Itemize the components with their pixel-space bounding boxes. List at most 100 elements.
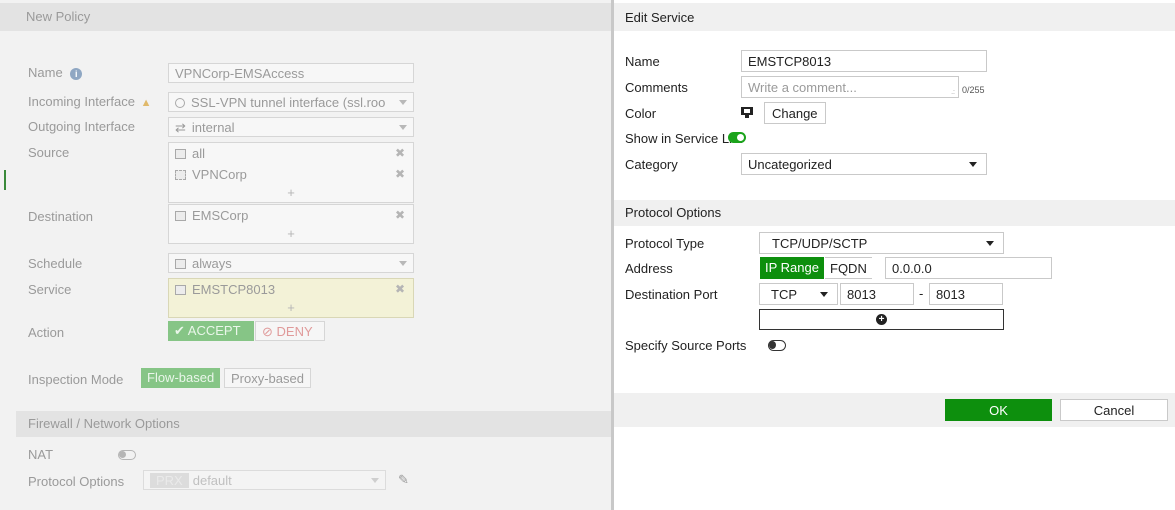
resize-handle-icon[interactable]: .: xyxy=(951,89,955,96)
calendar-icon xyxy=(175,259,186,269)
schedule-value: always xyxy=(192,256,232,271)
outgoing-interface-label: Outgoing Interface xyxy=(28,119,135,134)
add-service-button[interactable]: + xyxy=(169,300,413,316)
remove-icon[interactable]: ✖ xyxy=(395,167,405,181)
interface-arrows-icon: ⇄ xyxy=(175,120,186,135)
incoming-interface-value: SSL-VPN tunnel interface (ssl.roo xyxy=(191,95,386,110)
change-color-button[interactable]: Change xyxy=(764,102,826,124)
show-in-list-toggle[interactable] xyxy=(728,132,746,143)
address-input[interactable]: 0.0.0.0 xyxy=(885,257,1052,279)
new-policy-title: New Policy xyxy=(0,3,612,31)
group-icon xyxy=(175,170,186,180)
comments-counter: 0/255 xyxy=(962,85,985,95)
chevron-down-icon xyxy=(371,478,379,483)
schedule-label: Schedule xyxy=(28,256,83,271)
comments-placeholder: Write a comment... xyxy=(748,80,857,95)
firewall-section-header: Firewall / Network Options xyxy=(16,411,612,437)
port-protocol-select[interactable]: TCP xyxy=(759,283,838,305)
source-item-label: VPNCorp xyxy=(192,167,247,182)
list-item[interactable]: EMSCorp ✖ xyxy=(169,205,413,226)
fqdn-option[interactable]: FQDN xyxy=(825,257,872,279)
service-list[interactable]: EMSTCP8013 ✖ + xyxy=(168,278,414,318)
source-ports-toggle[interactable] xyxy=(768,340,786,351)
edit-service-title: Edit Service xyxy=(614,3,1175,31)
category-value: Uncategorized xyxy=(748,157,832,172)
cancel-button[interactable]: Cancel xyxy=(1060,399,1168,421)
port-range-dash: - xyxy=(919,286,924,301)
inspection-mode-label: Inspection Mode xyxy=(28,372,124,387)
nat-label: NAT xyxy=(28,447,54,462)
edge-indicator xyxy=(4,170,6,190)
category-label: Category xyxy=(625,157,678,172)
incoming-interface-select[interactable]: SSL-VPN tunnel interface (ssl.roo xyxy=(168,92,414,112)
new-policy-panel: New Policy Name i VPNCorp-EMSAccess Inco… xyxy=(0,0,612,510)
add-port-button[interactable]: + xyxy=(759,309,1004,330)
schedule-select[interactable]: always xyxy=(168,253,414,273)
name-row-label: Name i xyxy=(28,65,83,80)
add-destination-button[interactable]: + xyxy=(169,226,413,242)
source-list[interactable]: all ✖ VPNCorp ✖ + xyxy=(168,142,414,203)
protocol-options-value: default xyxy=(192,473,232,488)
protocol-type-value: TCP/UDP/SCTP xyxy=(772,236,868,251)
ip-range-option[interactable]: IP Range xyxy=(760,257,824,279)
dialog-footer: OK Cancel xyxy=(614,393,1175,427)
deny-label: DENY xyxy=(276,324,313,339)
show-in-service-list-label: Show in Service List xyxy=(625,131,743,146)
proxy-based-option[interactable]: Proxy-based xyxy=(224,368,311,388)
edit-service-panel: Edit Service Name EMSTCP8013 Comments Wr… xyxy=(614,0,1175,510)
service-item-label: EMSTCP8013 xyxy=(192,282,276,297)
specify-source-ports-label: Specify Source Ports xyxy=(625,338,747,353)
destination-port-label: Destination Port xyxy=(625,287,718,302)
service-label: Service xyxy=(28,282,72,297)
category-select[interactable]: Uncategorized xyxy=(741,153,987,175)
flow-based-option[interactable]: Flow-based xyxy=(141,368,221,388)
chevron-down-icon xyxy=(399,100,407,105)
ok-button[interactable]: OK xyxy=(945,399,1052,421)
source-label: Source xyxy=(28,145,70,160)
list-item[interactable]: VPNCorp ✖ xyxy=(169,164,413,185)
check-icon: ✔ xyxy=(174,323,188,338)
port-protocol-value: TCP xyxy=(771,287,797,302)
policy-name-field[interactable]: VPNCorp-EMSAccess xyxy=(168,63,414,83)
accept-label: ACCEPT xyxy=(187,323,241,338)
deny-icon: ⊘ xyxy=(262,324,277,339)
protocol-options-label: Protocol Options xyxy=(28,474,125,489)
name-label: Name xyxy=(625,54,660,69)
port-high-input[interactable]: 8013 xyxy=(929,283,1003,305)
destination-item-label: EMSCorp xyxy=(192,208,249,223)
comments-textarea[interactable]: Write a comment... .: xyxy=(741,76,959,98)
list-item[interactable]: EMSTCP8013 ✖ xyxy=(169,279,413,300)
remove-icon[interactable]: ✖ xyxy=(395,208,405,222)
address-icon xyxy=(175,149,186,159)
protocol-options-select[interactable]: PRX default xyxy=(143,470,386,490)
deny-button[interactable]: ⊘ DENY xyxy=(255,321,325,341)
nat-toggle[interactable] xyxy=(118,450,136,460)
chevron-down-icon xyxy=(820,292,828,297)
chevron-down-icon xyxy=(399,261,407,266)
remove-icon[interactable]: ✖ xyxy=(395,146,405,160)
service-color-icon xyxy=(741,107,753,118)
list-item[interactable]: all ✖ xyxy=(169,143,413,164)
outgoing-interface-select[interactable]: ⇄ internal xyxy=(168,117,414,137)
chevron-down-icon xyxy=(399,125,407,130)
warning-icon: ▲ xyxy=(140,97,152,109)
add-source-button[interactable]: + xyxy=(169,185,413,201)
remove-icon[interactable]: ✖ xyxy=(395,282,405,296)
protocol-type-select[interactable]: TCP/UDP/SCTP xyxy=(759,232,1004,254)
destination-list[interactable]: EMSCorp ✖ + xyxy=(168,204,414,244)
incoming-interface-label: Incoming Interface xyxy=(28,94,135,109)
service-icon xyxy=(175,285,186,295)
accept-button[interactable]: ✔ ACCEPT xyxy=(168,321,254,341)
pencil-icon[interactable]: ✎ xyxy=(398,472,409,488)
address-label: Address xyxy=(625,261,673,276)
outgoing-interface-value: internal xyxy=(191,120,235,135)
service-name-input[interactable]: EMSTCP8013 xyxy=(741,50,987,72)
chevron-down-icon xyxy=(969,162,977,167)
incoming-row-label: Incoming Interface ▲ xyxy=(28,94,151,109)
color-label: Color xyxy=(625,106,657,121)
action-label: Action xyxy=(28,325,65,340)
name-label: Name xyxy=(28,65,63,80)
port-low-input[interactable]: 8013 xyxy=(840,283,914,305)
protocol-options-header: Protocol Options xyxy=(614,200,1175,226)
vpn-tunnel-icon xyxy=(175,98,185,108)
